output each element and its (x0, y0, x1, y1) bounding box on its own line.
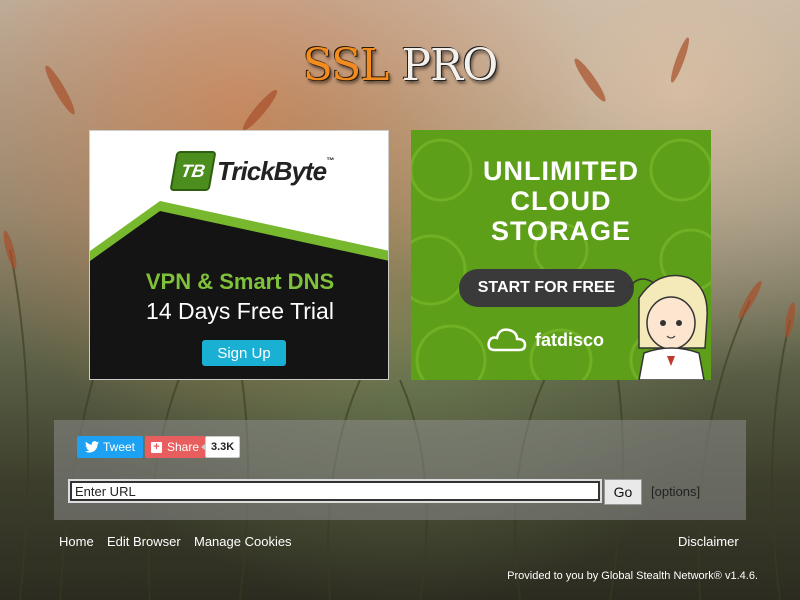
provided-by-text: Provided to you by Global Stealth Networ… (507, 570, 758, 582)
share-count: 3.3K (200, 436, 241, 458)
plus-icon: + (151, 441, 162, 453)
ad-subline: 14 Days Free Trial (146, 298, 334, 324)
twitter-bird-icon (85, 441, 99, 453)
trickbyte-logo: TB TrickByte™ (169, 151, 334, 191)
fatdisco-brand: fatdisco (535, 329, 605, 350)
trickbyte-brand: TrickByte™ (217, 155, 334, 186)
edit-browser-link[interactable]: Edit Browser (107, 534, 181, 549)
ad-title: UNLIMITED CLOUD STORAGE (483, 156, 639, 246)
cloud-icon (487, 328, 527, 352)
ad-headline: VPN & Smart DNS (145, 269, 335, 294)
trickbyte-ad[interactable]: TB TrickByte™ VPN & Smart DNS 14 Days Fr… (89, 130, 389, 380)
go-button[interactable]: Go (604, 479, 642, 505)
share-label: Share (167, 440, 200, 454)
tweet-button[interactable]: Tweet (77, 436, 144, 458)
logo-pro: PRO (401, 40, 498, 91)
trickbyte-mark: TB (169, 151, 217, 191)
fatdisco-logo: fatdisco (487, 326, 604, 354)
disclaimer-link[interactable]: Disclaimer (678, 534, 739, 549)
site-logo[interactable]: SSL PRO (0, 40, 800, 91)
home-link[interactable]: Home (59, 534, 94, 549)
start-for-free-button[interactable]: START FOR FREE (459, 269, 634, 307)
anime-character-image (629, 274, 708, 380)
fatdisco-ad[interactable]: UNLIMITED CLOUD STORAGE START FOR FREE f… (411, 130, 711, 380)
share-button[interactable]: + Share (145, 436, 206, 458)
tweet-label: Tweet (103, 440, 136, 454)
signup-button[interactable]: Sign Up (202, 340, 286, 366)
options-link[interactable]: [options] (651, 484, 700, 499)
manage-cookies-link[interactable]: Manage Cookies (194, 534, 292, 549)
logo-ssl: SSL (302, 40, 390, 91)
url-input[interactable] (68, 479, 602, 503)
url-panel: Tweet + Share 3.3K Go [options] (54, 420, 746, 520)
